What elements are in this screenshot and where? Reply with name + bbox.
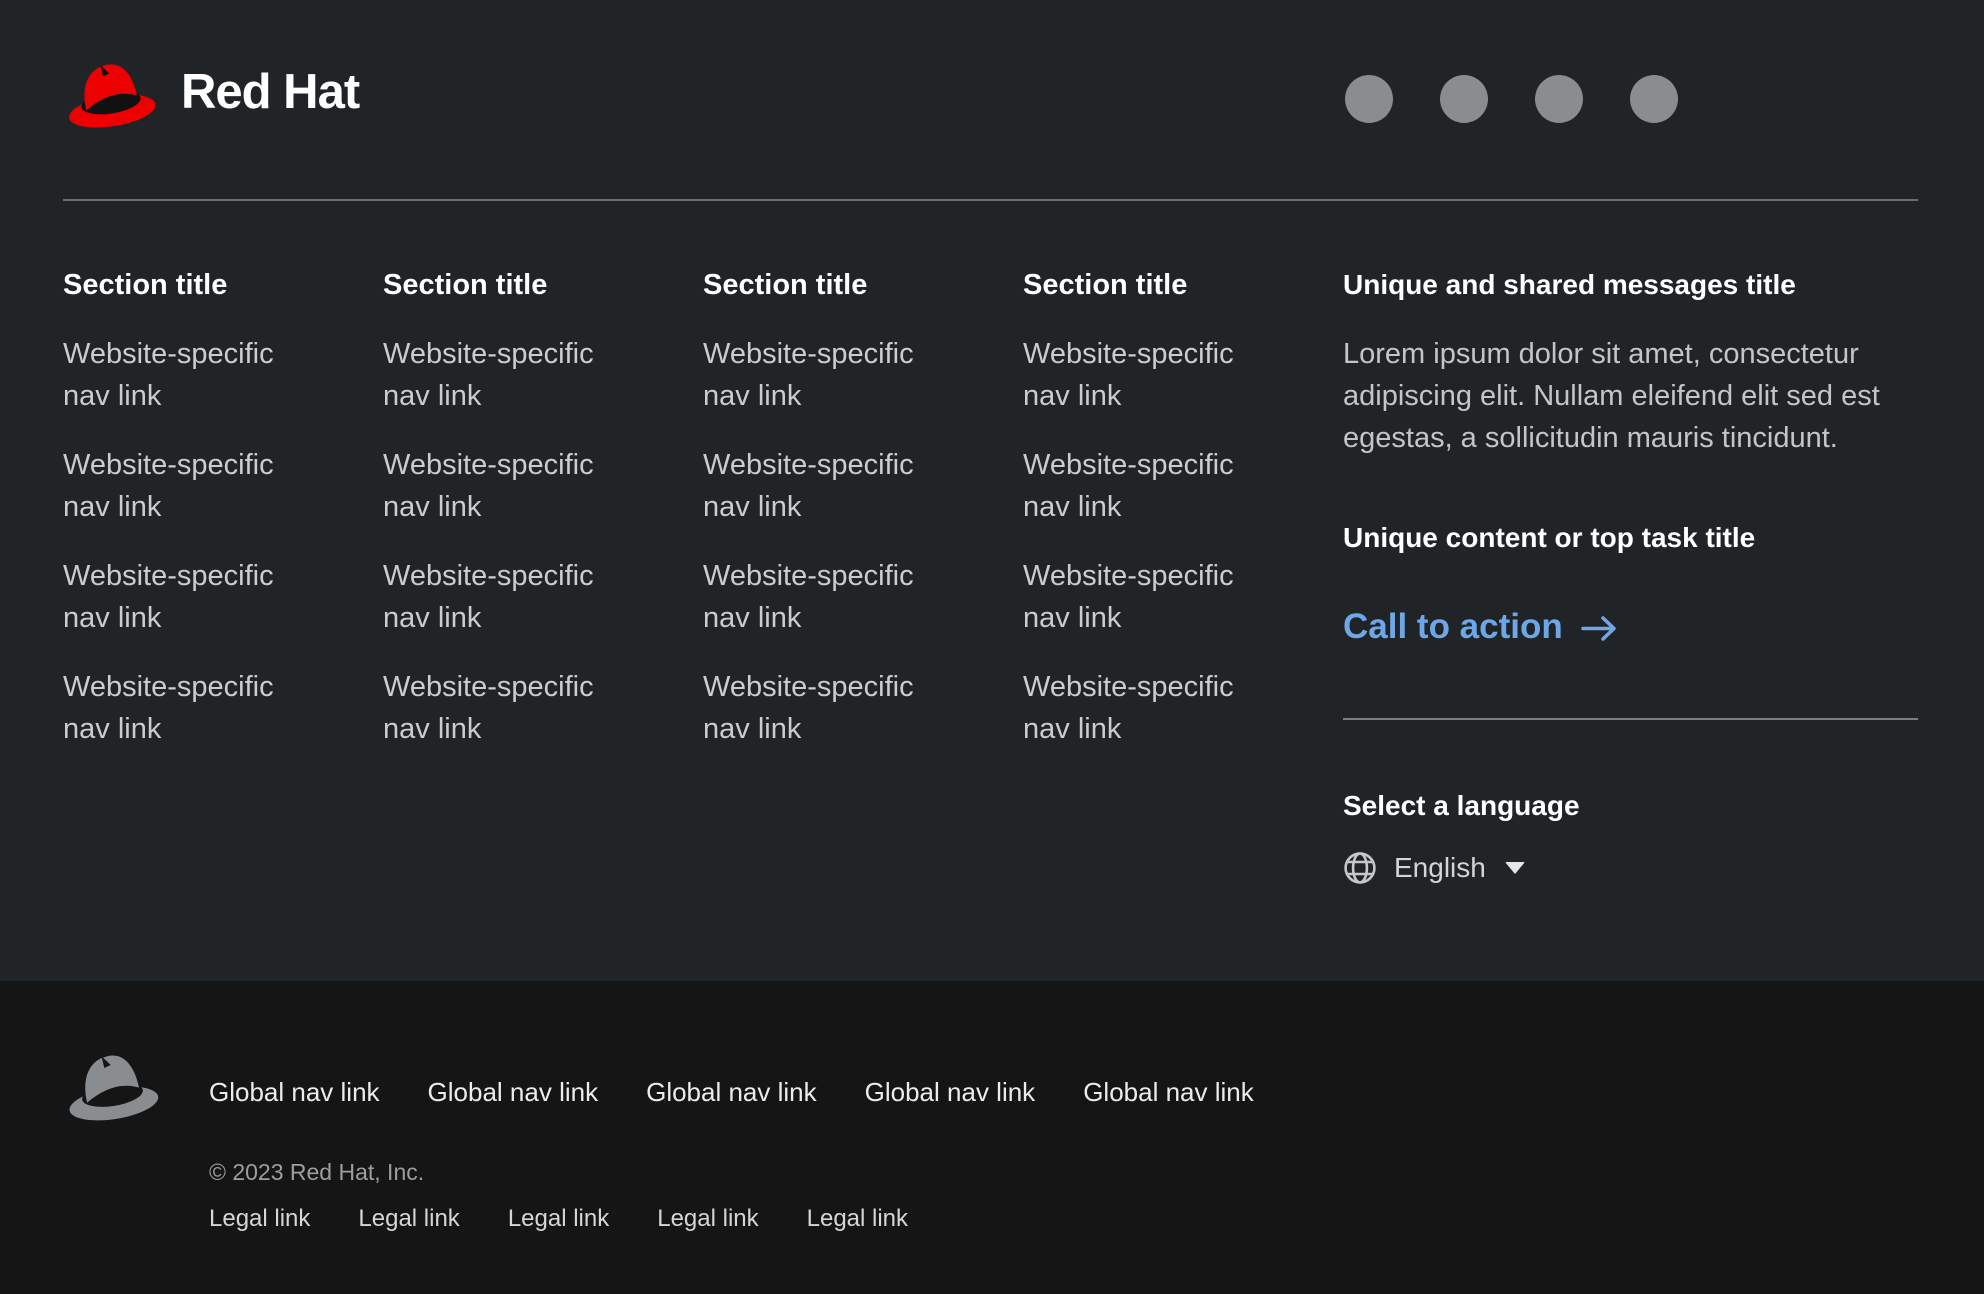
website-nav-link[interactable]: Website-specific nav link bbox=[1023, 444, 1281, 528]
website-nav-link[interactable]: Website-specific nav link bbox=[63, 666, 321, 750]
nav-column-4: Section title Website-specific nav link … bbox=[1023, 264, 1343, 885]
website-nav-link[interactable]: Website-specific nav link bbox=[1023, 333, 1281, 417]
language-selector[interactable]: English bbox=[1343, 851, 1525, 885]
social-icon-placeholder[interactable] bbox=[1630, 75, 1678, 123]
global-nav-link[interactable]: Global nav link bbox=[646, 1075, 817, 1109]
caret-down-icon bbox=[1505, 862, 1525, 874]
legal-link[interactable]: Legal link bbox=[807, 1203, 908, 1235]
website-nav-link[interactable]: Website-specific nav link bbox=[1023, 666, 1281, 750]
footer-lower-region: Global nav link Global nav link Global n… bbox=[0, 981, 1984, 1294]
global-nav-link[interactable]: Global nav link bbox=[428, 1075, 599, 1109]
legal-link[interactable]: Legal link bbox=[508, 1203, 609, 1235]
website-nav-link[interactable]: Website-specific nav link bbox=[383, 333, 641, 417]
social-icon-placeholder[interactable] bbox=[1345, 75, 1393, 123]
social-icon-placeholder[interactable] bbox=[1535, 75, 1583, 123]
redhat-logo[interactable]: Red Hat bbox=[63, 56, 359, 134]
footer-links-block: Global nav link Global nav link Global n… bbox=[209, 981, 1984, 1235]
website-nav-link[interactable]: Website-specific nav link bbox=[703, 444, 961, 528]
website-nav-link[interactable]: Website-specific nav link bbox=[703, 666, 961, 750]
section-title: Section title bbox=[703, 264, 1023, 306]
logo-wordmark: Red Hat bbox=[181, 68, 359, 123]
footer-upper-region: Red Hat Section title Website-specific n… bbox=[0, 0, 1984, 981]
footer-columns: Section title Website-specific nav link … bbox=[63, 264, 1918, 885]
website-nav-link[interactable]: Website-specific nav link bbox=[63, 444, 321, 528]
website-nav-link[interactable]: Website-specific nav link bbox=[383, 666, 641, 750]
language-section-title: Select a language bbox=[1343, 785, 1918, 827]
arrow-right-icon bbox=[1580, 614, 1618, 643]
legal-link[interactable]: Legal link bbox=[209, 1203, 310, 1235]
globe-icon bbox=[1343, 851, 1377, 885]
website-nav-link[interactable]: Website-specific nav link bbox=[703, 333, 961, 417]
copyright-notice: © 2023 Red Hat, Inc. bbox=[209, 1157, 1984, 1187]
gray-fedora-icon bbox=[63, 1048, 162, 1126]
social-icons-group bbox=[1345, 75, 1678, 123]
section-title: Section title bbox=[63, 264, 383, 306]
legal-links-row: Legal link Legal link Legal link Legal l… bbox=[209, 1203, 1984, 1235]
global-nav-link[interactable]: Global nav link bbox=[1083, 1075, 1254, 1109]
global-nav-row: Global nav link Global nav link Global n… bbox=[209, 1075, 1984, 1109]
call-to-action-link[interactable]: Call to action bbox=[1343, 604, 1618, 650]
top-task-title: Unique content or top task title bbox=[1343, 517, 1918, 559]
red-fedora-icon bbox=[63, 57, 159, 133]
call-to-action-label: Call to action bbox=[1343, 604, 1563, 650]
info-panel: Unique and shared messages title Lorem i… bbox=[1343, 264, 1918, 885]
website-nav-link[interactable]: Website-specific nav link bbox=[703, 555, 961, 639]
website-nav-link[interactable]: Website-specific nav link bbox=[383, 555, 641, 639]
website-nav-link[interactable]: Website-specific nav link bbox=[63, 555, 321, 639]
nav-column-3: Section title Website-specific nav link … bbox=[703, 264, 1023, 885]
global-nav-link[interactable]: Global nav link bbox=[865, 1075, 1036, 1109]
nav-column-1: Section title Website-specific nav link … bbox=[63, 264, 383, 885]
info-divider bbox=[1343, 718, 1918, 720]
social-icon-placeholder[interactable] bbox=[1440, 75, 1488, 123]
section-title: Section title bbox=[1023, 264, 1343, 306]
website-nav-link[interactable]: Website-specific nav link bbox=[1023, 555, 1281, 639]
header-divider bbox=[63, 199, 1918, 201]
nav-column-2: Section title Website-specific nav link … bbox=[383, 264, 703, 885]
legal-link[interactable]: Legal link bbox=[358, 1203, 459, 1235]
section-title: Section title bbox=[383, 264, 703, 306]
selected-language: English bbox=[1394, 851, 1486, 885]
website-nav-link[interactable]: Website-specific nav link bbox=[63, 333, 321, 417]
messages-body: Lorem ipsum dolor sit amet, consectetur … bbox=[1343, 333, 1918, 459]
global-nav-link[interactable]: Global nav link bbox=[209, 1075, 380, 1109]
legal-link[interactable]: Legal link bbox=[657, 1203, 758, 1235]
messages-title: Unique and shared messages title bbox=[1343, 264, 1918, 306]
website-nav-link[interactable]: Website-specific nav link bbox=[383, 444, 641, 528]
